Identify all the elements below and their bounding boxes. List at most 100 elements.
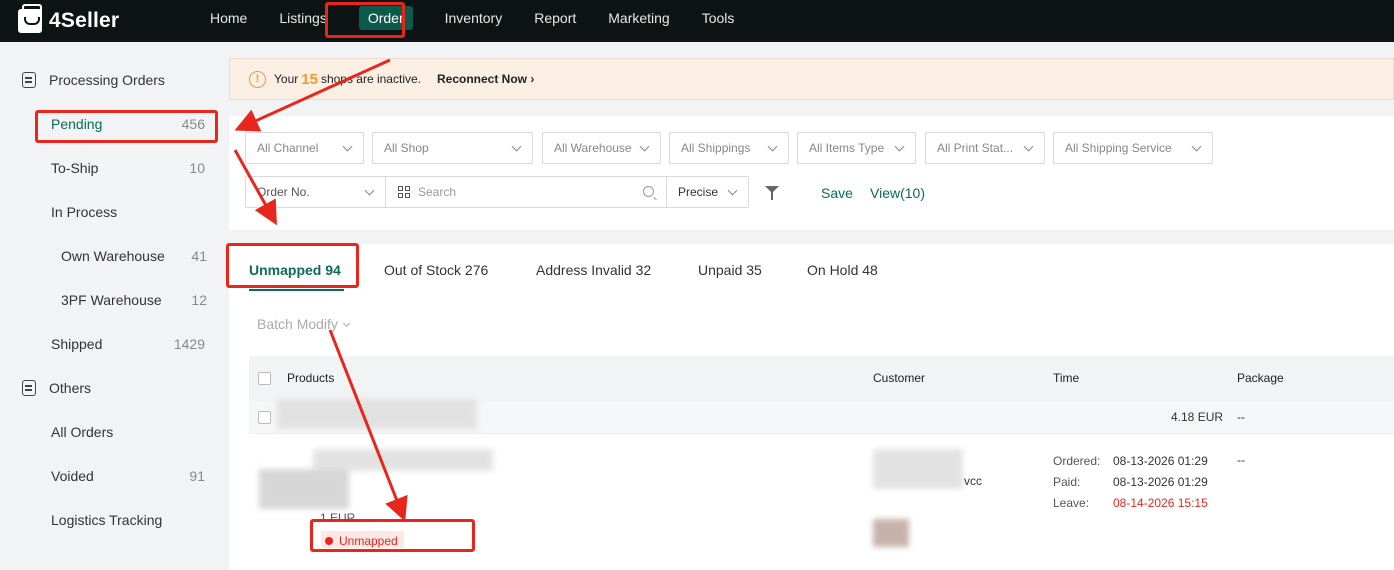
sidebar-item-3pf-warehouse[interactable]: 3PF Warehouse 12 — [61, 292, 207, 308]
top-navbar: 4Seller Home Listings Order Inventory Re… — [0, 0, 1394, 42]
sidebar-item-label: Shipped — [51, 336, 103, 352]
shop-select[interactable]: All Shop — [372, 132, 533, 164]
sidebar-group-processing[interactable]: Processing Orders — [22, 72, 165, 88]
select-value: All Items Type — [809, 141, 885, 155]
summary-package: -- — [1237, 410, 1245, 424]
sidebar-item-voided[interactable]: Voided 91 — [51, 468, 205, 484]
sidebar-item-count: 12 — [191, 292, 207, 308]
select-value: All Channel — [257, 141, 319, 155]
sidebar-item-in-process[interactable]: In Process — [51, 204, 205, 220]
search-input[interactable]: Search — [385, 176, 667, 208]
redacted-customer-name — [873, 449, 963, 489]
view-button[interactable]: View(10) — [870, 185, 925, 201]
ordered-label: Ordered: — [1053, 454, 1101, 468]
sidebar-item-to-ship[interactable]: To-Ship 10 — [51, 160, 205, 176]
items-type-select[interactable]: All Items Type — [797, 132, 916, 164]
product-thumbnail[interactable] — [259, 469, 349, 509]
tab-active-underline — [249, 289, 344, 291]
annotation-box-order — [325, 2, 405, 38]
header-time: Time — [1053, 371, 1080, 385]
customer-name-tail: vcc — [964, 474, 982, 488]
print-status-select[interactable]: All Print Stat... — [925, 132, 1045, 164]
nav-report[interactable]: Report — [518, 0, 592, 42]
sidebar-item-label: In Process — [51, 204, 118, 220]
sidebar-item-label: 3PF Warehouse — [61, 292, 162, 308]
chevron-down-icon — [511, 141, 522, 152]
tab-address-invalid[interactable]: Address Invalid 32 — [536, 262, 651, 278]
sidebar-item-count: 41 — [191, 248, 207, 264]
paid-time: 08-13-2026 01:29 — [1113, 475, 1208, 489]
annotation-box-unmapped-tab — [226, 243, 359, 288]
chevron-down-icon — [342, 319, 350, 328]
table-header: Products Customer Time Package — [249, 356, 1394, 401]
chevron-down-icon — [894, 141, 905, 152]
document-icon — [22, 72, 36, 88]
tab-unpaid[interactable]: Unpaid 35 — [698, 262, 762, 278]
sidebar-item-logistics-tracking[interactable]: Logistics Tracking — [51, 512, 205, 528]
channel-select[interactable]: All Channel — [245, 132, 364, 164]
brand-name: 4Seller — [49, 9, 120, 32]
tab-on-hold[interactable]: On Hold 48 — [807, 262, 878, 278]
sidebar-item-label: Own Warehouse — [61, 248, 165, 264]
nav-marketing[interactable]: Marketing — [592, 0, 685, 42]
sidebar-group-label: Others — [49, 380, 92, 396]
redacted-product-title — [277, 399, 477, 429]
paid-label: Paid: — [1053, 475, 1081, 489]
header-products: Products — [287, 371, 335, 385]
main-nav: Home Listings Order Inventory Report Mar… — [194, 0, 750, 42]
chevron-down-icon — [727, 185, 738, 196]
banner-message: shops are inactive. — [320, 72, 421, 86]
nav-tools[interactable]: Tools — [686, 0, 751, 42]
shipping-service-select[interactable]: All Shipping Service — [1053, 132, 1213, 164]
header-package: Package — [1237, 371, 1284, 385]
order-field-select[interactable]: Order No. — [245, 176, 386, 208]
select-value: All Print Stat... — [937, 141, 1014, 155]
chevron-down-icon — [767, 141, 778, 152]
select-all-checkbox[interactable] — [258, 372, 271, 385]
banner-prefix: Your — [274, 72, 299, 86]
shippings-select[interactable]: All Shippings — [669, 132, 789, 164]
sidebar-item-all-orders[interactable]: All Orders — [51, 424, 205, 440]
sidebar-item-count: 1429 — [173, 336, 205, 352]
filter-icon[interactable] — [765, 186, 779, 200]
save-button[interactable]: Save — [821, 185, 853, 201]
leave-label: Leave: — [1053, 496, 1090, 510]
sidebar-item-label: All Orders — [51, 424, 114, 440]
sidebar-item-own-warehouse[interactable]: Own Warehouse 41 — [61, 248, 207, 264]
search-icon[interactable] — [643, 186, 654, 197]
redacted-customer-avatar — [873, 519, 909, 547]
select-value: Precise — [678, 185, 719, 199]
banner-count: 15 — [301, 70, 318, 88]
sidebar-item-shipped[interactable]: Shipped 1429 — [51, 336, 205, 352]
scan-icon — [398, 186, 410, 198]
tab-out-of-stock[interactable]: Out of Stock 276 — [384, 262, 488, 278]
reconnect-now-link[interactable]: Reconnect Now › — [437, 72, 534, 86]
search-placeholder: Search — [418, 185, 457, 199]
match-mode-select[interactable]: Precise — [666, 176, 749, 208]
brand-logo[interactable]: 4Seller — [18, 4, 178, 33]
annotation-box-unmapped-tag — [310, 519, 475, 552]
select-value: Order No. — [257, 185, 310, 199]
document-icon — [22, 380, 36, 396]
nav-home[interactable]: Home — [194, 0, 263, 42]
bag-icon — [18, 4, 42, 33]
warning-icon: ! — [249, 70, 266, 88]
chevron-down-icon — [639, 141, 650, 152]
sidebar-item-label: To-Ship — [51, 160, 99, 176]
leave-time: 08-14-2026 15:15 — [1113, 496, 1208, 510]
chevron-down-icon — [1191, 141, 1202, 152]
batch-modify-dropdown[interactable]: Batch Modify — [257, 316, 350, 332]
nav-inventory[interactable]: Inventory — [429, 0, 519, 42]
sidebar-group-others[interactable]: Others — [22, 380, 91, 396]
chevron-down-icon — [364, 185, 375, 196]
redacted-product-name — [313, 449, 493, 471]
select-value: All Shipping Service — [1065, 141, 1172, 155]
row-checkbox[interactable] — [258, 411, 271, 424]
inactive-shops-banner: ! Your 15 shops are inactive. Reconnect … — [229, 58, 1394, 100]
package-value: -- — [1237, 453, 1245, 467]
warehouse-select[interactable]: All Warehouse — [542, 132, 661, 164]
batch-modify-label: Batch Modify — [257, 316, 338, 332]
chevron-down-icon — [342, 141, 353, 152]
ordered-time: 08-13-2026 01:29 — [1113, 454, 1208, 468]
filter-panel: All Channel All Shop All Warehouse All S… — [229, 116, 1394, 230]
